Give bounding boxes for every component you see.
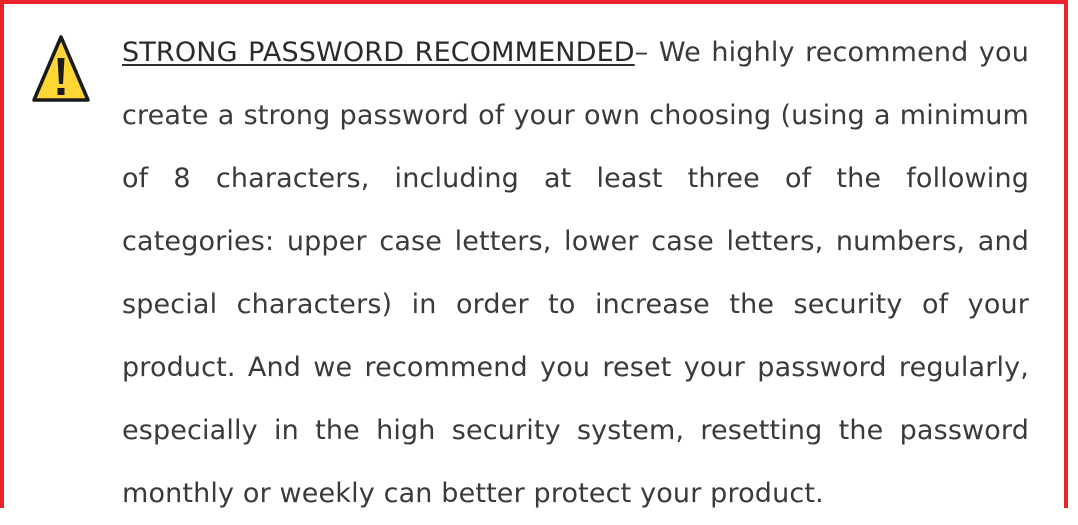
notice-heading: STRONG PASSWORD RECOMMENDED xyxy=(122,37,635,68)
password-warning-notice: STRONG PASSWORD RECOMMENDED– We highly r… xyxy=(0,0,1068,509)
notice-paragraph: STRONG PASSWORD RECOMMENDED– We highly r… xyxy=(122,21,1029,525)
notice-separator: – xyxy=(634,37,659,68)
notice-body: We highly recommend you create a strong … xyxy=(122,37,1029,509)
warning-icon xyxy=(32,35,90,102)
